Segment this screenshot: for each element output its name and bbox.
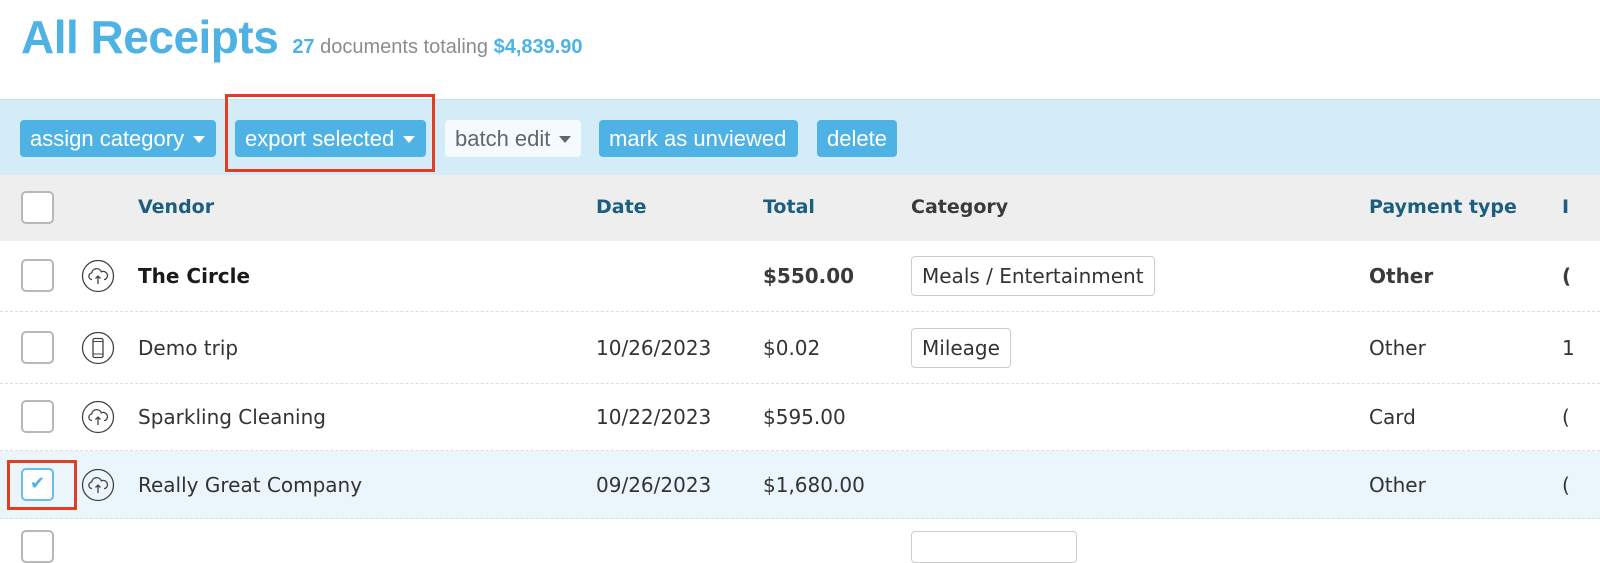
clipped-cell: 1 <box>1562 335 1575 360</box>
row-checkbox[interactable] <box>21 331 54 364</box>
caret-down-icon <box>193 136 206 143</box>
mobile-phone-icon <box>81 331 115 364</box>
total-amount: $4,839.90 <box>493 36 583 58</box>
mark-as-unviewed-label: mark as unviewed <box>609 126 787 151</box>
row-checkbox-checked[interactable] <box>21 468 54 501</box>
table-header: Vendor Date Total Category Payment type … <box>0 175 1600 241</box>
page-header: All Receipts 27 documents totaling $4,83… <box>21 10 583 64</box>
receipt-total: $0.02 <box>763 335 821 360</box>
payment-type: Other <box>1369 472 1426 497</box>
category-tag-partial[interactable] <box>911 531 1077 563</box>
column-header-vendor[interactable]: Vendor <box>138 196 214 218</box>
assign-category-label: assign category <box>30 126 185 151</box>
row-checkbox[interactable] <box>21 400 54 433</box>
vendor-name[interactable]: The Circle <box>138 264 250 288</box>
payment-type: Other <box>1369 335 1426 360</box>
cloud-upload-icon <box>81 468 115 501</box>
assign-category-button[interactable]: assign category <box>20 120 216 157</box>
batch-actions-toolbar: assign category export selected batch ed… <box>0 99 1600 176</box>
batch-edit-button[interactable]: batch edit <box>445 120 581 157</box>
clipped-cell: ( <box>1562 405 1570 429</box>
batch-edit-label: batch edit <box>455 126 551 151</box>
category-tag[interactable]: Mileage <box>911 327 1011 368</box>
document-count: 27 <box>292 36 315 58</box>
receipt-date: 10/22/2023 <box>596 405 712 429</box>
page-title: All Receipts <box>21 11 279 63</box>
vendor-name[interactable]: Really Great Company <box>138 473 362 497</box>
table-row[interactable]: Sparkling Cleaning 10/22/2023 $595.00 Ca… <box>0 384 1600 451</box>
column-header-payment-type[interactable]: Payment type <box>1369 196 1517 218</box>
caret-down-icon <box>403 136 416 143</box>
column-header-total[interactable]: Total <box>763 196 815 218</box>
summary-text: documents totaling <box>320 36 489 58</box>
table-row[interactable]: The Circle $550.00 Meals / Entertainment… <box>0 241 1600 312</box>
receipt-total: $550.00 <box>763 264 855 288</box>
select-all-checkbox[interactable] <box>21 191 54 224</box>
payment-type: Card <box>1369 405 1416 429</box>
caret-down-icon <box>559 136 572 143</box>
receipt-total: $595.00 <box>763 405 846 429</box>
receipt-date: 09/26/2023 <box>596 472 712 497</box>
receipt-total: $1,680.00 <box>763 472 865 497</box>
cloud-upload-icon <box>81 259 115 293</box>
receipt-date: 10/26/2023 <box>596 335 712 360</box>
row-checkbox[interactable] <box>21 530 54 563</box>
table-row-selected[interactable]: Really Great Company 09/26/2023 $1,680.0… <box>0 451 1600 519</box>
table-row[interactable]: Demo trip 10/26/2023 $0.02 Mileage Other… <box>0 312 1600 384</box>
clipped-cell: ( <box>1562 472 1570 497</box>
vendor-name[interactable]: Sparkling Cleaning <box>138 405 326 429</box>
category-tag[interactable]: Meals / Entertainment <box>911 256 1155 296</box>
column-header-clipped[interactable]: I <box>1562 196 1600 218</box>
column-header-date[interactable]: Date <box>596 196 647 218</box>
export-selected-label: export selected <box>245 126 395 151</box>
row-checkbox[interactable] <box>21 259 54 292</box>
receipts-summary: 27 documents totaling $4,839.90 <box>292 36 582 59</box>
clipped-cell: ( <box>1562 264 1572 288</box>
delete-button[interactable]: delete <box>817 120 897 157</box>
column-header-category: Category <box>911 196 1009 218</box>
mark-as-unviewed-button[interactable]: mark as unviewed <box>599 120 798 157</box>
delete-label: delete <box>827 126 887 151</box>
cloud-upload-icon <box>81 400 115 434</box>
vendor-name[interactable]: Demo trip <box>138 336 238 360</box>
export-selected-button[interactable]: export selected <box>235 120 426 157</box>
payment-type: Other <box>1369 264 1434 288</box>
table-row-partial[interactable] <box>0 519 1600 563</box>
